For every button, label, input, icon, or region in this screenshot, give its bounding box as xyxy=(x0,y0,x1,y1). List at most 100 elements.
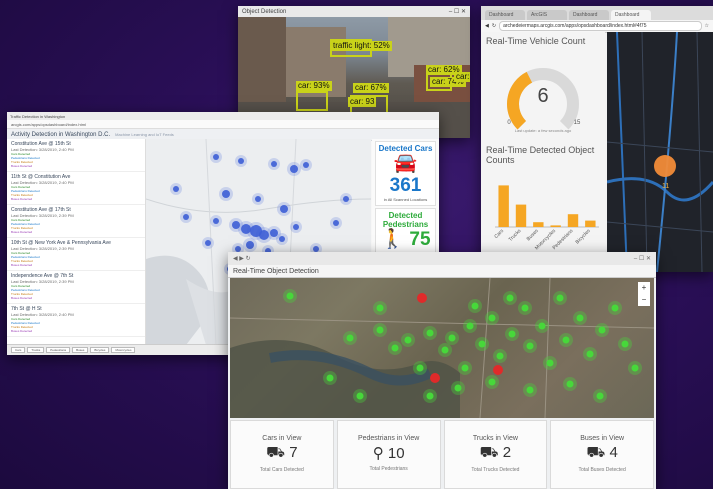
location-list-item[interactable]: Independence Ave @ 7th St Last Detection:… xyxy=(7,271,145,304)
activity-marker[interactable] xyxy=(376,304,384,312)
vehicle-location-marker[interactable] xyxy=(654,155,676,177)
detection-location-dot[interactable] xyxy=(280,205,288,213)
detection-location-dot[interactable] xyxy=(343,196,349,202)
bar-buses[interactable] xyxy=(533,222,544,227)
activity-marker[interactable] xyxy=(611,304,619,312)
zoom-controls[interactable]: + − xyxy=(638,282,650,306)
gauge-title: Real-Time Vehicle Count xyxy=(486,36,586,46)
activity-marker[interactable] xyxy=(461,364,469,372)
bar-motorcycles[interactable] xyxy=(550,225,561,227)
activity-marker[interactable] xyxy=(376,326,384,334)
activity-marker[interactable] xyxy=(346,334,354,342)
gauge-min: 0 xyxy=(507,120,511,126)
footer-tab[interactable]: Trucks xyxy=(27,347,45,353)
activity-marker[interactable] xyxy=(356,392,364,400)
hot-activity-marker[interactable] xyxy=(430,373,440,383)
browser-tab-title[interactable]: Traffic Detection in Washington xyxy=(10,114,65,119)
browser-tab[interactable]: Dashboard xyxy=(569,10,609,20)
locations-list[interactable]: Constitution Ave @ 15th St Last Detection… xyxy=(7,139,146,345)
activity-marker[interactable] xyxy=(448,334,456,342)
activity-marker[interactable] xyxy=(326,374,334,382)
bar-cars[interactable] xyxy=(498,185,509,227)
activity-marker[interactable] xyxy=(466,322,474,330)
camera-window-controls[interactable]: – ☐ ✕ xyxy=(449,8,466,15)
location-list-item[interactable]: Constitution Ave @ 17th St Last Detection… xyxy=(7,205,145,238)
activity-marker[interactable] xyxy=(441,346,449,354)
activity-marker[interactable] xyxy=(471,302,479,310)
url-field[interactable]: arcgis.com/apps/opsdashboard/index.html xyxy=(11,122,86,127)
activity-marker[interactable] xyxy=(566,380,574,388)
footer-tab[interactable]: Cars xyxy=(11,347,26,353)
activity-marker[interactable] xyxy=(416,364,424,372)
url-field[interactable]: archedeiermaps.arcgis.com/apps/opsdashbo… xyxy=(499,21,702,31)
location-list-item[interactable]: 10th St @ New York Ave & Pennsylvania Av… xyxy=(7,238,145,271)
activity-marker[interactable] xyxy=(391,344,399,352)
activity-marker[interactable] xyxy=(286,292,294,300)
activity-marker[interactable] xyxy=(556,294,564,302)
activity-marker[interactable] xyxy=(506,294,514,302)
browser-tab-active[interactable]: Dashboard xyxy=(611,10,651,20)
hot-activity-marker[interactable] xyxy=(417,293,427,303)
footer-tab[interactable]: Pedestrians xyxy=(46,347,71,353)
activity-marker[interactable] xyxy=(426,329,434,337)
activity-marker[interactable] xyxy=(586,350,594,358)
detection-location-dot[interactable] xyxy=(270,229,278,237)
activity-marker[interactable] xyxy=(488,378,496,386)
footer-tab[interactable]: Bicycles xyxy=(90,347,110,353)
detection-location-dot[interactable] xyxy=(279,236,285,242)
activity-marker[interactable] xyxy=(426,392,434,400)
satellite-map[interactable]: + − xyxy=(230,278,654,418)
detection-location-dot[interactable] xyxy=(271,161,277,167)
vehicle-dark-map[interactable]: 11 xyxy=(607,32,713,272)
detection-location-dot[interactable] xyxy=(205,240,211,246)
browser-tab[interactable]: ArcGIS xyxy=(527,10,567,20)
activity-marker[interactable] xyxy=(488,314,496,322)
detection-location-dot[interactable] xyxy=(303,162,309,168)
refresh-icon[interactable]: ↻ xyxy=(492,23,496,29)
detection-location-dot[interactable] xyxy=(183,214,189,220)
detection-location-dot[interactable] xyxy=(293,224,299,230)
bar-bicycles[interactable] xyxy=(585,220,596,227)
detection-location-dot[interactable] xyxy=(213,218,219,224)
star-icon[interactable]: ☆ xyxy=(705,23,709,29)
location-list-item[interactable]: Constitution Ave @ 15th St Last Detection… xyxy=(7,139,145,172)
activity-marker[interactable] xyxy=(454,384,462,392)
footer-tab[interactable]: Buses xyxy=(72,347,89,353)
activity-marker[interactable] xyxy=(496,352,504,360)
detection-location-dot[interactable] xyxy=(213,154,219,160)
location-list-item[interactable]: 11th St @ Constitution Ave Last Detection… xyxy=(7,172,145,205)
stat-subtitle: Total Trucks Detected xyxy=(471,467,520,473)
activity-marker[interactable] xyxy=(562,336,570,344)
hot-activity-marker[interactable] xyxy=(493,365,503,375)
activity-marker[interactable] xyxy=(546,359,554,367)
activity-marker[interactable] xyxy=(598,326,606,334)
address-bar: arcgis.com/apps/opsdashboard/index.html xyxy=(7,120,439,129)
location-list-item[interactable]: 7th St @ H St Last Detection: 3/28/2019, … xyxy=(7,304,145,337)
bar-trucks[interactable] xyxy=(515,204,527,227)
detection-location-dot[interactable] xyxy=(290,165,298,173)
detection-location-dot[interactable] xyxy=(238,158,244,164)
bar-pedestrians[interactable] xyxy=(567,214,579,227)
activity-marker[interactable] xyxy=(631,364,639,372)
detection-location-dot[interactable] xyxy=(222,190,230,198)
window-controls[interactable]: – ☐ ✕ xyxy=(634,255,651,262)
toolbar-icons[interactable]: ◀ ▶ ↻ xyxy=(233,255,251,262)
activity-marker[interactable] xyxy=(526,342,534,350)
activity-marker[interactable] xyxy=(404,336,412,344)
activity-marker[interactable] xyxy=(596,392,604,400)
activity-marker[interactable] xyxy=(621,340,629,348)
gauge-fill xyxy=(507,71,533,130)
detection-location-dot[interactable] xyxy=(246,241,254,249)
detection-location-dot[interactable] xyxy=(333,220,339,226)
activity-marker[interactable] xyxy=(576,314,584,322)
activity-marker[interactable] xyxy=(521,304,529,312)
activity-marker[interactable] xyxy=(538,322,546,330)
detection-location-dot[interactable] xyxy=(173,186,179,192)
activity-marker[interactable] xyxy=(478,340,486,348)
footer-tab[interactable]: Motorcycles xyxy=(111,347,136,353)
detection-location-dot[interactable] xyxy=(255,196,261,202)
activity-marker[interactable] xyxy=(508,330,516,338)
activity-marker[interactable] xyxy=(526,386,534,394)
browser-tab[interactable]: Dashboard xyxy=(485,10,525,20)
back-icon[interactable]: ◀ xyxy=(485,23,489,29)
